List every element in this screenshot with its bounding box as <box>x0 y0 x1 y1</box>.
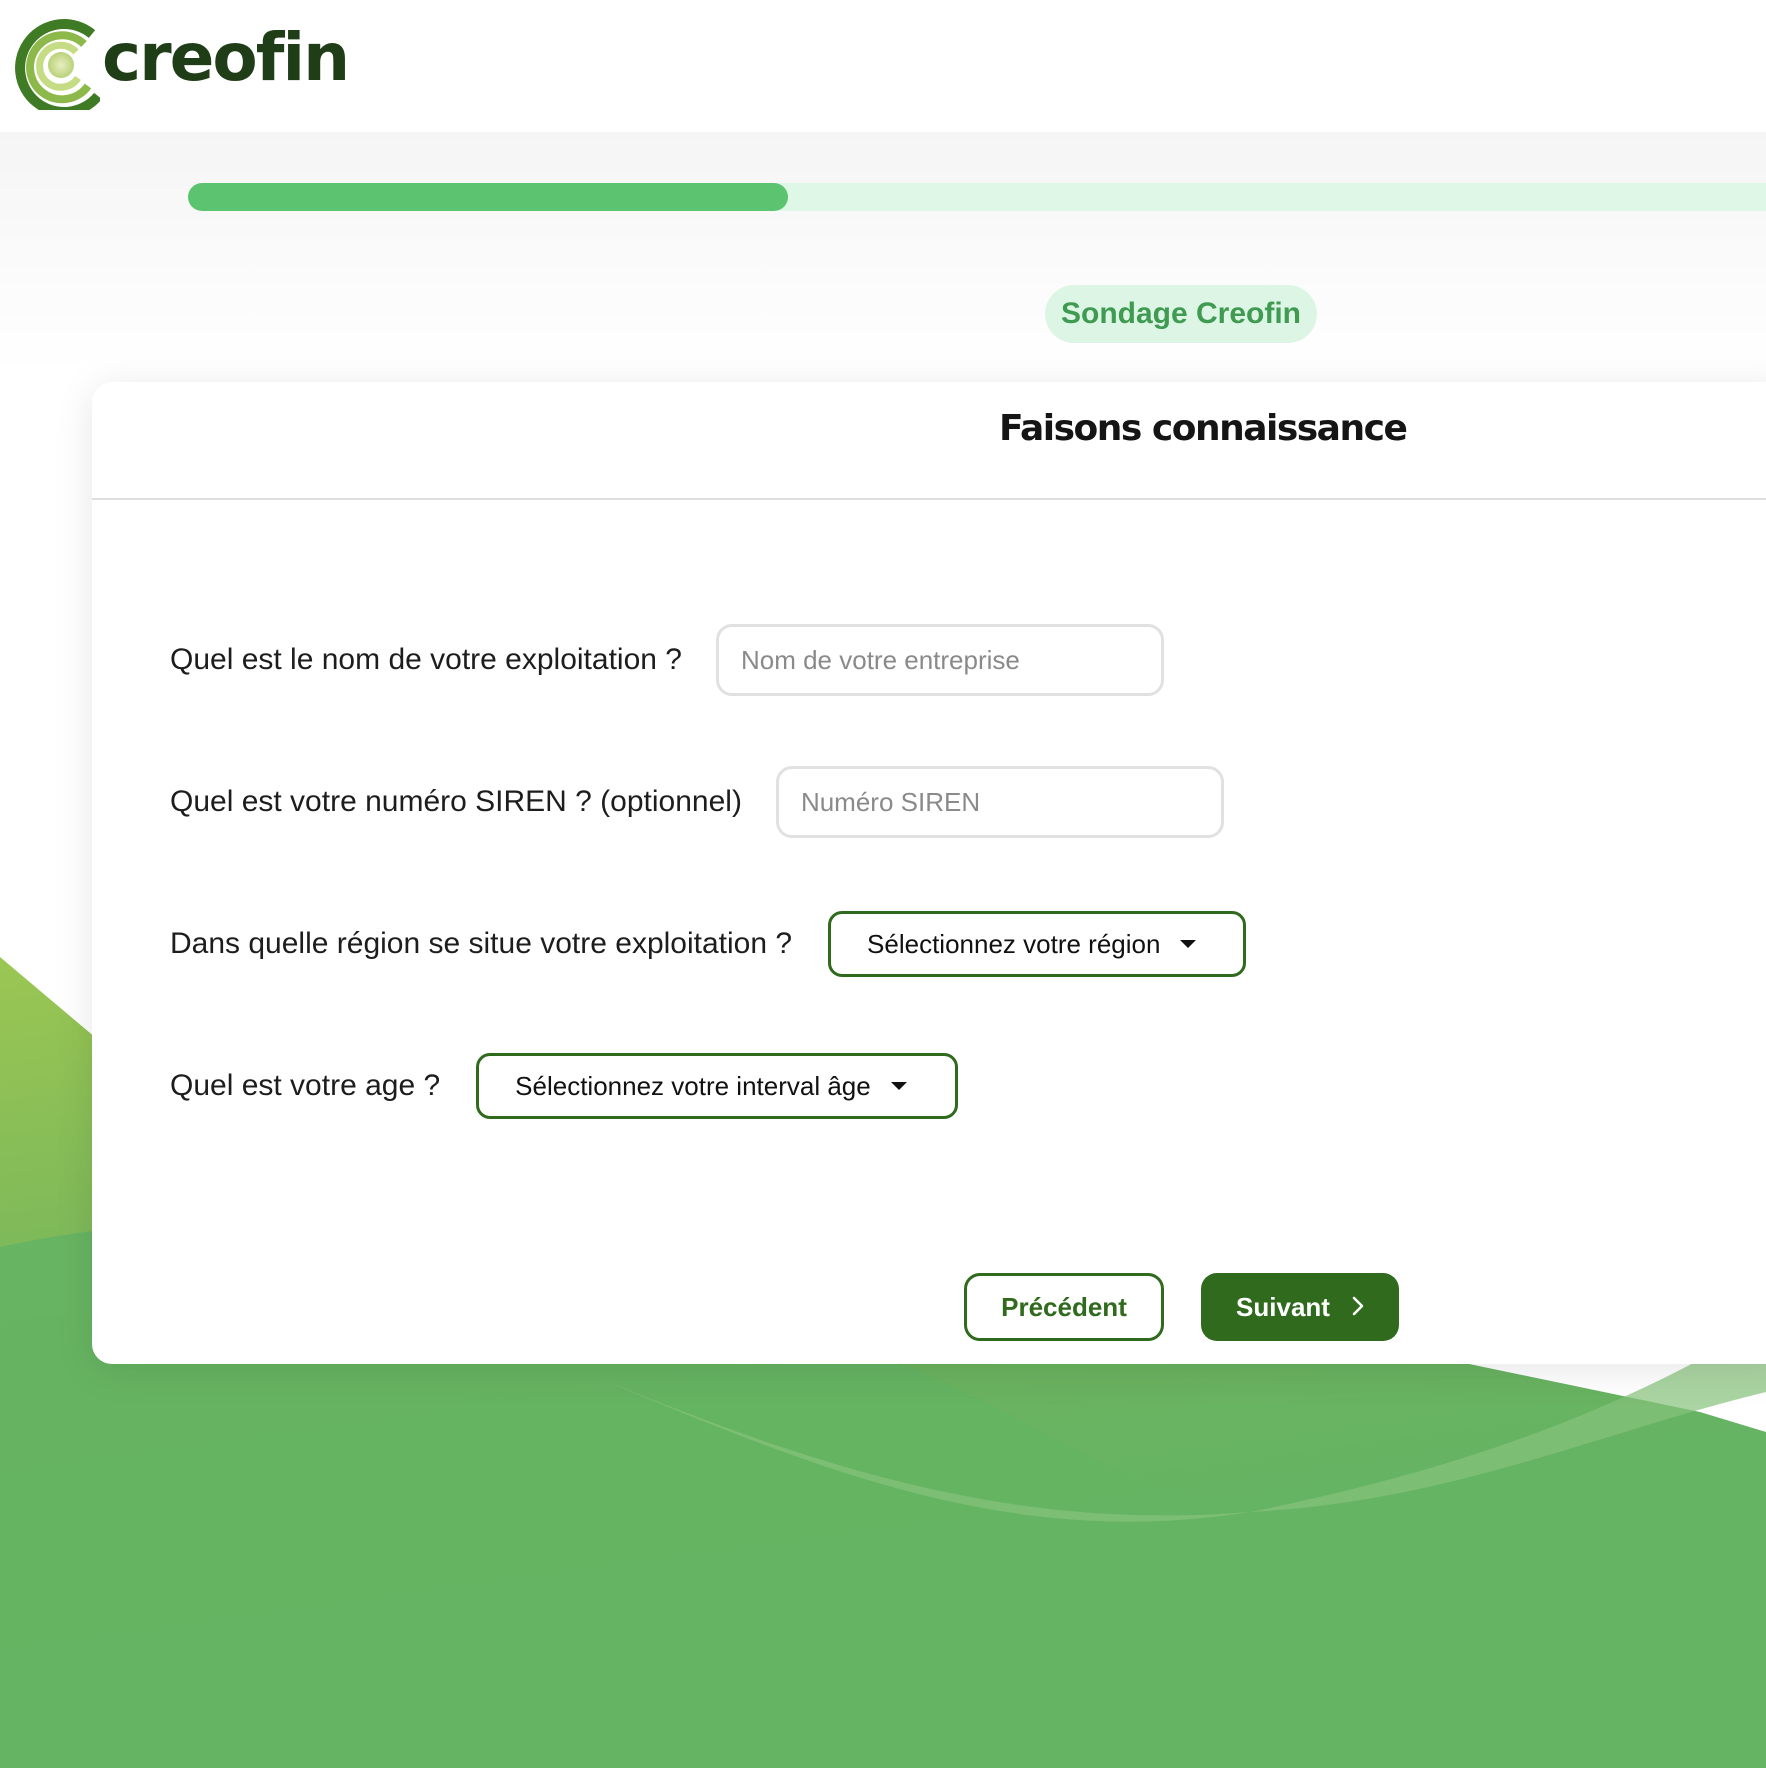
question-label: Quel est votre age ? <box>170 1069 441 1102</box>
age-select-value: Sélectionnez votre interval âge <box>515 1070 871 1101</box>
progress-bar <box>188 183 1766 211</box>
question-label: Quel est le nom de votre exploitation ? <box>170 643 682 676</box>
caret-down-icon <box>1180 940 1197 948</box>
page-title: Faisons connaissance <box>999 408 1408 449</box>
question-age: Quel est votre age ? Sélectionnez votre … <box>170 1053 959 1119</box>
question-label: Quel est votre numéro SIREN ? (optionnel… <box>170 785 742 818</box>
logo[interactable]: creofin <box>12 10 350 110</box>
survey-card: Faisons connaissance Quel est le nom de … <box>92 382 1766 1364</box>
brand-name: creofin <box>102 19 350 96</box>
question-siren: Quel est votre numéro SIREN ? (optionnel… <box>170 766 1224 838</box>
survey-badge: Sondage Creofin <box>1045 285 1317 343</box>
region-select-value: Sélectionnez votre région <box>867 928 1161 959</box>
top-bar: creofin <box>0 0 1766 132</box>
company-name-input[interactable] <box>715 624 1164 696</box>
previous-button[interactable]: Précédent <box>964 1273 1164 1341</box>
creofin-c-logo-icon <box>15 19 100 110</box>
next-button-label: Suivant <box>1236 1291 1330 1322</box>
siren-input[interactable] <box>775 766 1224 838</box>
card-header: Faisons connaissance <box>92 382 1766 500</box>
age-select[interactable]: Sélectionnez votre interval âge <box>476 1053 959 1119</box>
next-button[interactable]: Suivant <box>1201 1273 1399 1341</box>
question-label: Dans quelle région se situe votre exploi… <box>170 927 793 960</box>
question-region: Dans quelle région se situe votre exploi… <box>170 911 1247 977</box>
chevron-right-icon <box>1352 1292 1364 1323</box>
region-select[interactable]: Sélectionnez votre région <box>828 911 1247 977</box>
survey-stage: Sondage Creofin Faisons connaissance Que… <box>0 132 1766 1768</box>
question-company-name: Quel est le nom de votre exploitation ? <box>170 624 1164 696</box>
previous-button-label: Précédent <box>1001 1291 1127 1322</box>
progress-fill <box>188 183 788 211</box>
caret-down-icon <box>890 1082 907 1090</box>
